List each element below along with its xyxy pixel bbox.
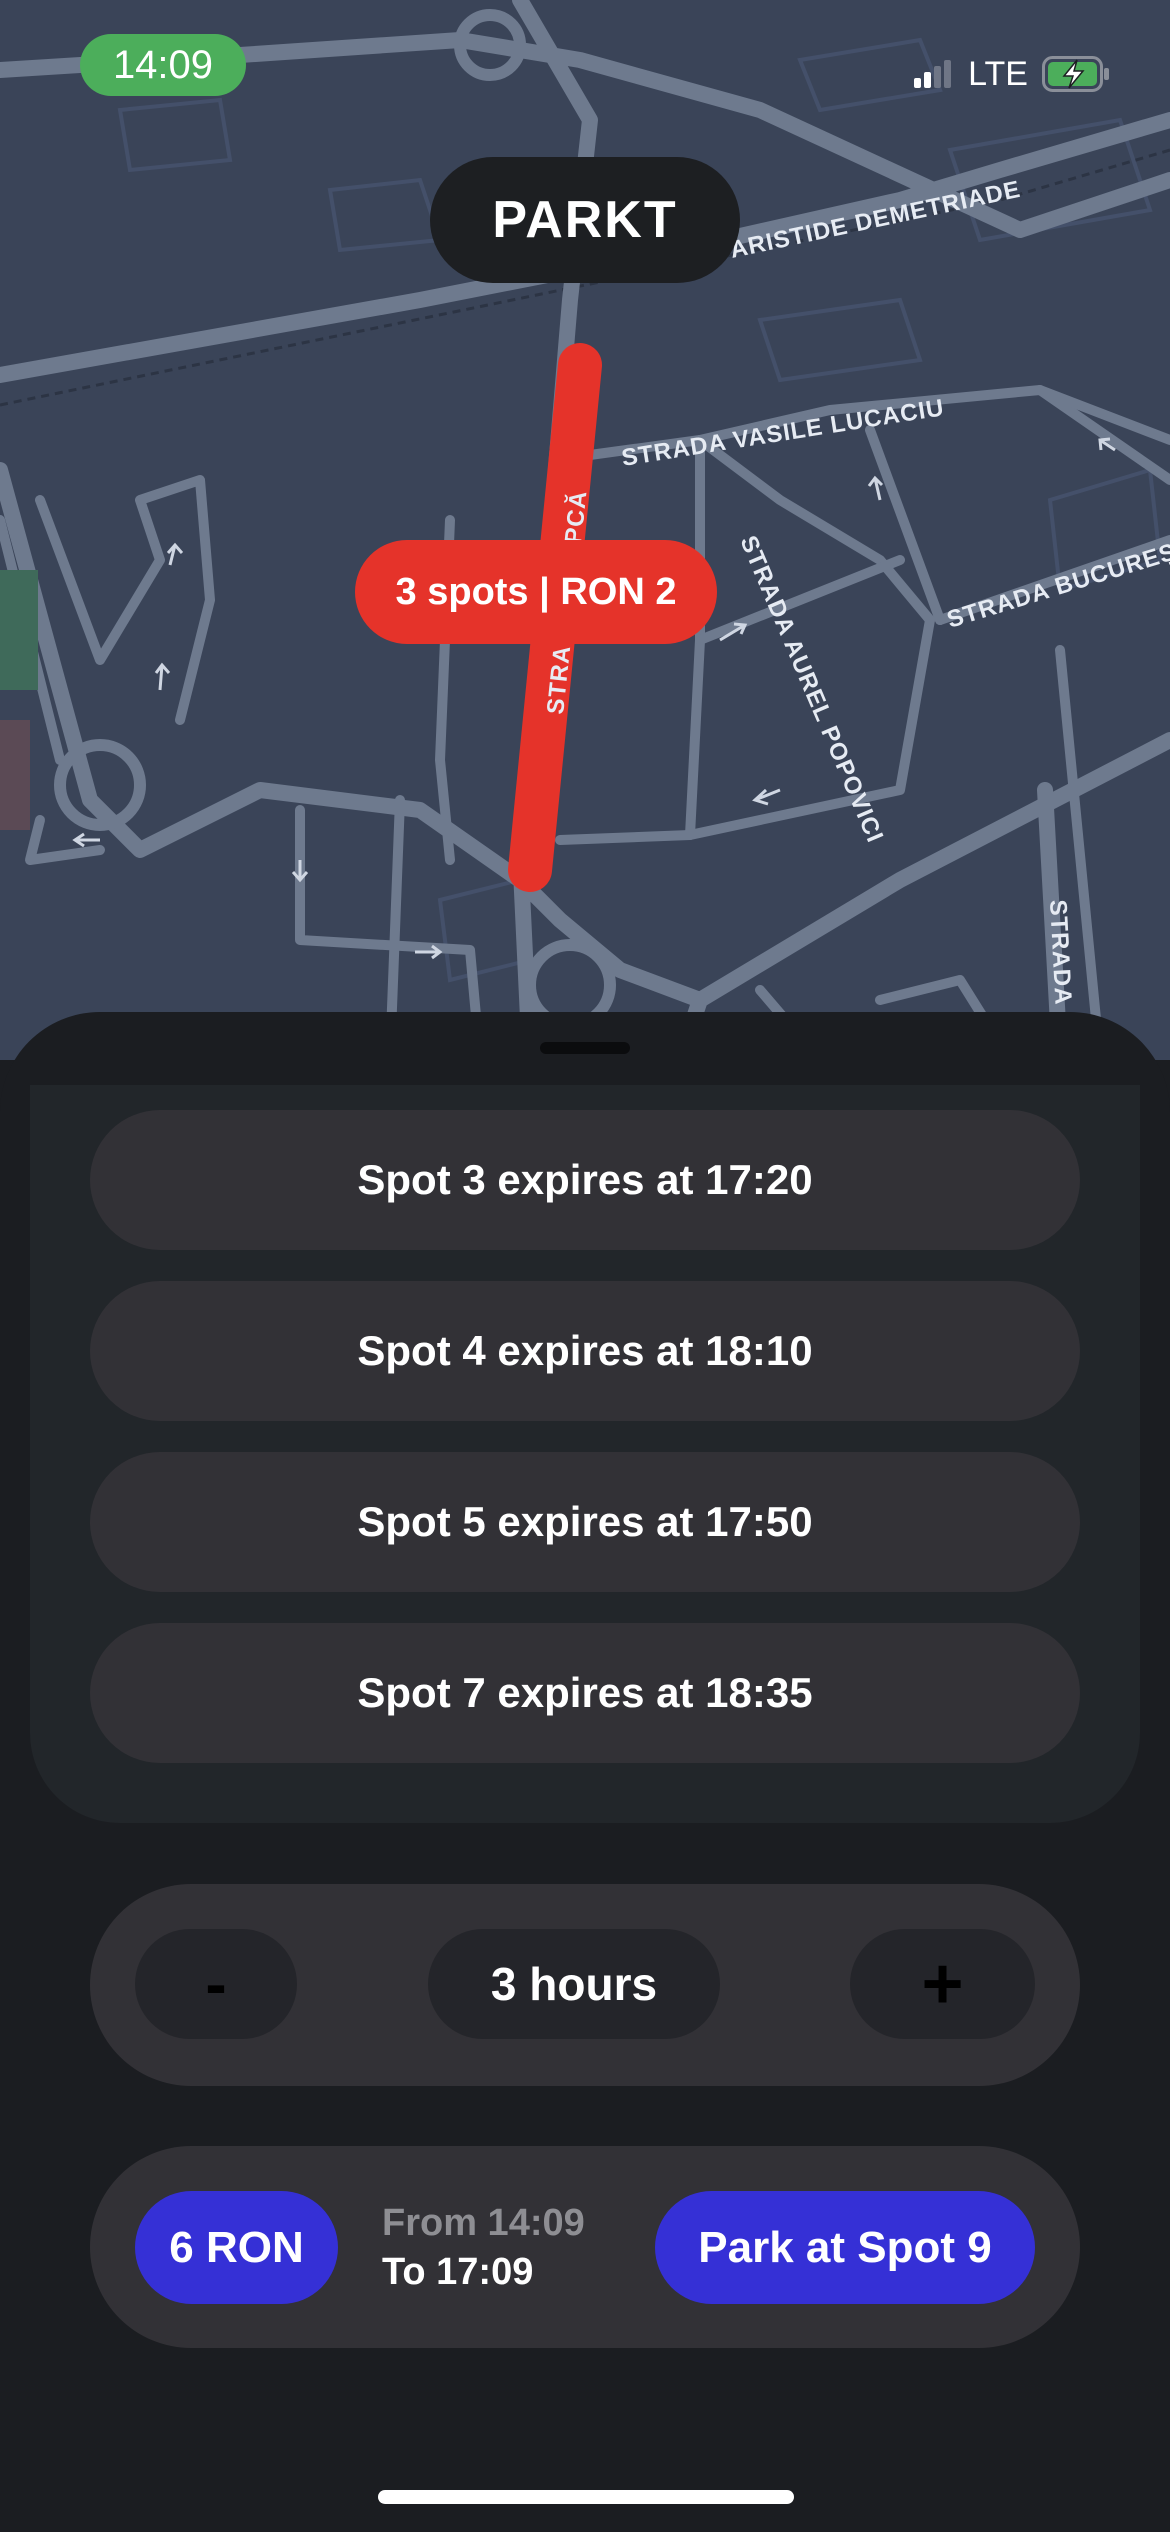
spot-list-item[interactable]: Spot 7 expires at 18:35 (90, 1623, 1080, 1763)
street-label: STRADA (1044, 899, 1077, 1006)
network-type: LTE (968, 54, 1028, 93)
spot-list-item[interactable]: Spot 5 expires at 17:50 (90, 1452, 1080, 1592)
sheet-drag-handle[interactable] (540, 1042, 630, 1054)
status-indicators: LTE (914, 52, 1110, 96)
decrease-duration-button[interactable]: - (135, 1929, 297, 2039)
signal-icon (914, 60, 952, 88)
battery-charging-icon (1042, 56, 1109, 92)
price-badge: 6 RON (135, 2191, 338, 2304)
duration-value: 3 hours (428, 1929, 720, 2039)
end-time: To 17:09 (382, 2251, 534, 2293)
spots-summary-badge[interactable]: 3 spots | RON 2 (355, 540, 717, 644)
home-indicator[interactable] (378, 2490, 794, 2504)
start-time: From 14:09 (382, 2202, 585, 2244)
spot-list-item[interactable]: Spot 3 expires at 17:20 (90, 1110, 1080, 1250)
increase-duration-button[interactable]: + (850, 1929, 1035, 2039)
park-button[interactable]: Park at Spot 9 (655, 2191, 1035, 2304)
status-time-pill: 14:09 (80, 34, 246, 96)
app-title: PARKT (430, 157, 740, 283)
spot-list-item[interactable]: Spot 4 expires at 18:10 (90, 1281, 1080, 1421)
